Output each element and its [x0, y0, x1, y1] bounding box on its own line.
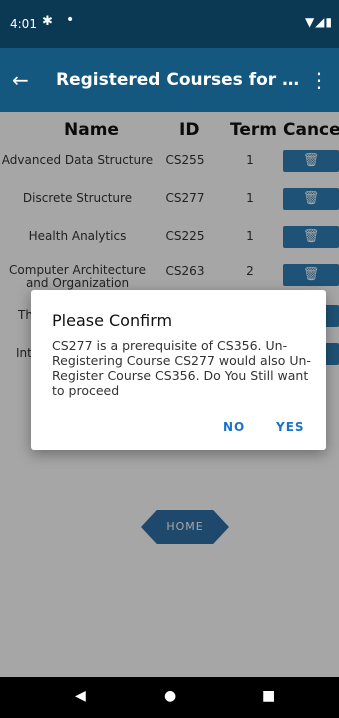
status-bar: 4:01 ✱ • ▼◢▮: [0, 0, 339, 48]
dialog-message: CS277 is a prerequisite of CS356. Un-Reg…: [52, 338, 311, 398]
back-arrow-icon[interactable]: ←: [12, 68, 29, 92]
no-button[interactable]: NO: [223, 420, 245, 434]
nav-back-icon[interactable]: ◀: [75, 688, 86, 704]
nav-home-icon[interactable]: ●: [164, 688, 176, 704]
status-time: 4:01: [10, 17, 37, 31]
confirm-dialog: Please Confirm CS277 is a prerequisite o…: [31, 290, 326, 450]
settings-gear-icon: ✱: [42, 14, 53, 29]
dialog-title: Please Confirm: [52, 311, 173, 330]
system-nav-bar: ◀ ● ■: [0, 677, 339, 718]
notification-dot-icon: •: [66, 12, 75, 28]
yes-button[interactable]: YES: [276, 420, 305, 434]
signal-battery-icon: ▼◢▮: [304, 15, 333, 29]
overflow-menu-icon[interactable]: ⋮: [309, 68, 329, 92]
app-bar: ← Registered Courses for x20... ⋮: [0, 48, 339, 112]
page-title: Registered Courses for x20...: [56, 70, 306, 90]
nav-recents-icon[interactable]: ■: [262, 688, 275, 704]
